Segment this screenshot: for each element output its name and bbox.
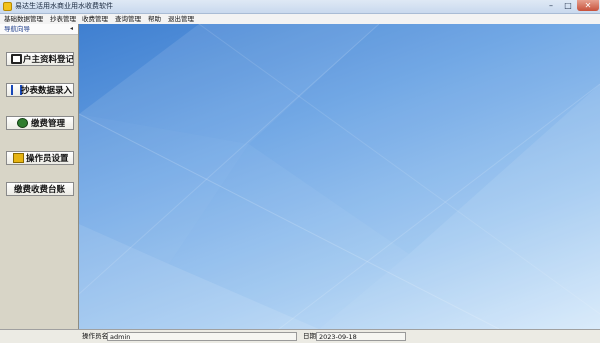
owner-registration-label: 户主资料登记 [23, 55, 74, 65]
meter-data-entry-label: 抄表数据录入 [21, 86, 73, 96]
operator-settings-label: 操作员设置 [26, 154, 69, 164]
date-label: 日期 [303, 332, 316, 340]
menu-help[interactable]: 帮助 [148, 14, 161, 24]
navigation-panel: 导航向导 ◂ 户主资料登记 抄表数据录入 缴费管理 操作员设置 缴费收费台账 [0, 24, 79, 329]
operator-value: admin [107, 332, 297, 341]
status-bar: 操作员名 admin 日期 2023-09-18 [0, 329, 600, 343]
menu-bar: 基础数据管理 抄表管理 收费管理 查询管理 帮助 退出管理 [0, 14, 600, 24]
date-value: 2023-09-18 [316, 332, 406, 341]
main-workspace [79, 24, 600, 329]
maximize-button[interactable]: □ [560, 0, 576, 11]
title-bar: 易达生活用水商业用水收费软件 – □ ✕ [0, 0, 600, 14]
operator-icon [13, 153, 24, 163]
minimize-button[interactable]: – [543, 0, 559, 11]
close-button[interactable]: ✕ [577, 0, 599, 11]
menu-billing[interactable]: 收费管理 [82, 14, 108, 24]
menu-basic-data[interactable]: 基础数据管理 [4, 14, 43, 24]
background-pattern [79, 24, 600, 329]
nav-header: 导航向导 ◂ [0, 24, 78, 35]
app-icon [3, 2, 12, 11]
payment-management-label: 缴费管理 [31, 119, 66, 129]
menu-meter-reading[interactable]: 抄表管理 [50, 14, 76, 24]
payment-management-button[interactable]: 缴费管理 [6, 116, 74, 130]
menu-query[interactable]: 查询管理 [115, 14, 141, 24]
menu-exit[interactable]: 退出管理 [168, 14, 194, 24]
fee-ledger-button[interactable]: 缴费收费台账 [6, 182, 74, 196]
operator-settings-button[interactable]: 操作员设置 [6, 151, 74, 165]
collapse-arrow-icon[interactable]: ◂ [70, 24, 73, 34]
owner-registration-button[interactable]: 户主资料登记 [6, 52, 74, 66]
meter-data-entry-button[interactable]: 抄表数据录入 [6, 83, 74, 97]
operator-label: 操作员名 [82, 332, 108, 340]
fee-ledger-label: 缴费收费台账 [14, 185, 66, 195]
nav-header-label: 导航向导 [4, 25, 30, 33]
payment-icon [17, 118, 28, 128]
window-title: 易达生活用水商业用水收费软件 [15, 2, 113, 10]
registration-icon [11, 54, 22, 64]
